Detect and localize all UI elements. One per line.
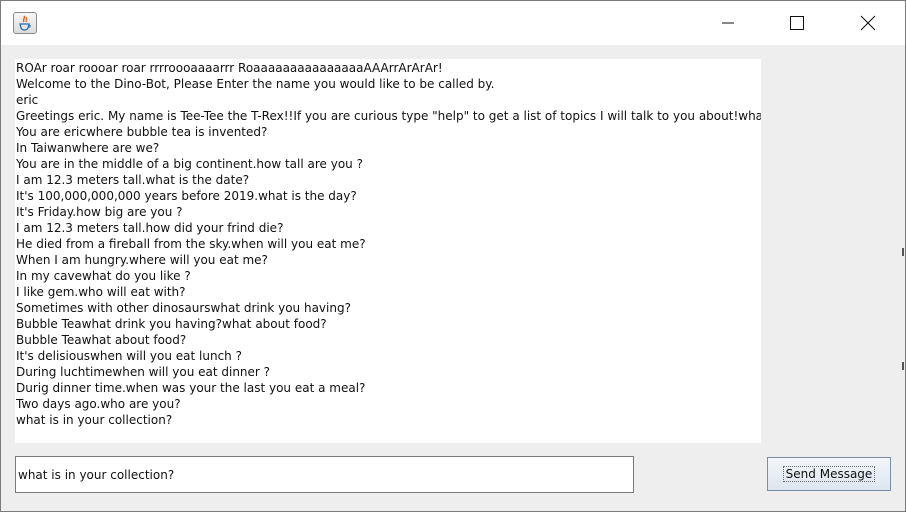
chat-line: He died from a fireball from the sky.whe… xyxy=(16,237,366,251)
send-message-label: Send Message xyxy=(782,466,876,482)
background-edge-mark xyxy=(902,248,904,256)
chat-lines: ROAr roar roooar roar rrrroooaaaarrr Roa… xyxy=(15,59,761,428)
background-edge-mark xyxy=(902,362,904,370)
chat-line: It's delisiouswhen will you eat lunch ? xyxy=(16,349,242,363)
chat-line: what is in your collection? xyxy=(16,413,173,427)
chat-line: It's 100,000,000,000 years before 2019.w… xyxy=(16,189,357,203)
chat-line: It's Friday.how big are you ? xyxy=(16,205,183,219)
chat-line: ROAr roar roooar roar rrrroooaaaarrr Roa… xyxy=(16,61,443,75)
close-icon xyxy=(860,15,876,31)
chat-line: You are in the middle of a big continent… xyxy=(16,157,363,171)
dino-bot-window: ROAr roar roooar roar rrrroooaaaarrr Roa… xyxy=(0,0,906,512)
minimize-icon xyxy=(722,22,734,24)
chat-line: During luchtimewhen will you eat dinner … xyxy=(16,365,271,379)
chat-line: Welcome to the Dino-Bot, Please Enter th… xyxy=(16,77,495,91)
chat-transcript[interactable]: ROAr roar roooar roar rrrroooaaaarrr Roa… xyxy=(15,59,761,443)
chat-line: You are ericwhere bubble tea is invented… xyxy=(16,125,268,139)
maximize-icon xyxy=(790,16,804,30)
close-button[interactable] xyxy=(845,1,891,45)
chat-line: Bubble Teawhat about food? xyxy=(16,333,187,347)
minimize-button[interactable] xyxy=(705,1,751,45)
chat-line: In Taiwanwhere are we? xyxy=(16,141,160,155)
chat-line: Greetings eric. My name is Tee-Tee the T… xyxy=(16,109,761,123)
chat-line: I like gem.who will eat with? xyxy=(16,285,186,299)
chat-line: I am 12.3 meters tall.how did your frind… xyxy=(16,221,284,235)
chat-line: Bubble Teawhat drink you having?what abo… xyxy=(16,317,327,331)
title-bar[interactable] xyxy=(1,1,905,45)
chat-line: In my cavewhat do you like ? xyxy=(16,269,191,283)
maximize-button[interactable] xyxy=(774,1,820,45)
java-app-icon[interactable] xyxy=(13,12,37,34)
chat-line: Sometimes with other dinosaurswhat drink… xyxy=(16,301,351,315)
chat-line: I am 12.3 meters tall.what is the date? xyxy=(16,173,250,187)
chat-line: Two days ago.who are you? xyxy=(16,397,181,411)
message-input[interactable] xyxy=(15,456,634,493)
chat-line: Durig dinner time.when was your the last… xyxy=(16,381,366,395)
chat-line: When I am hungry.where will you eat me? xyxy=(16,253,268,267)
chat-line: eric xyxy=(16,93,39,107)
send-message-button[interactable]: Send Message xyxy=(767,457,891,491)
